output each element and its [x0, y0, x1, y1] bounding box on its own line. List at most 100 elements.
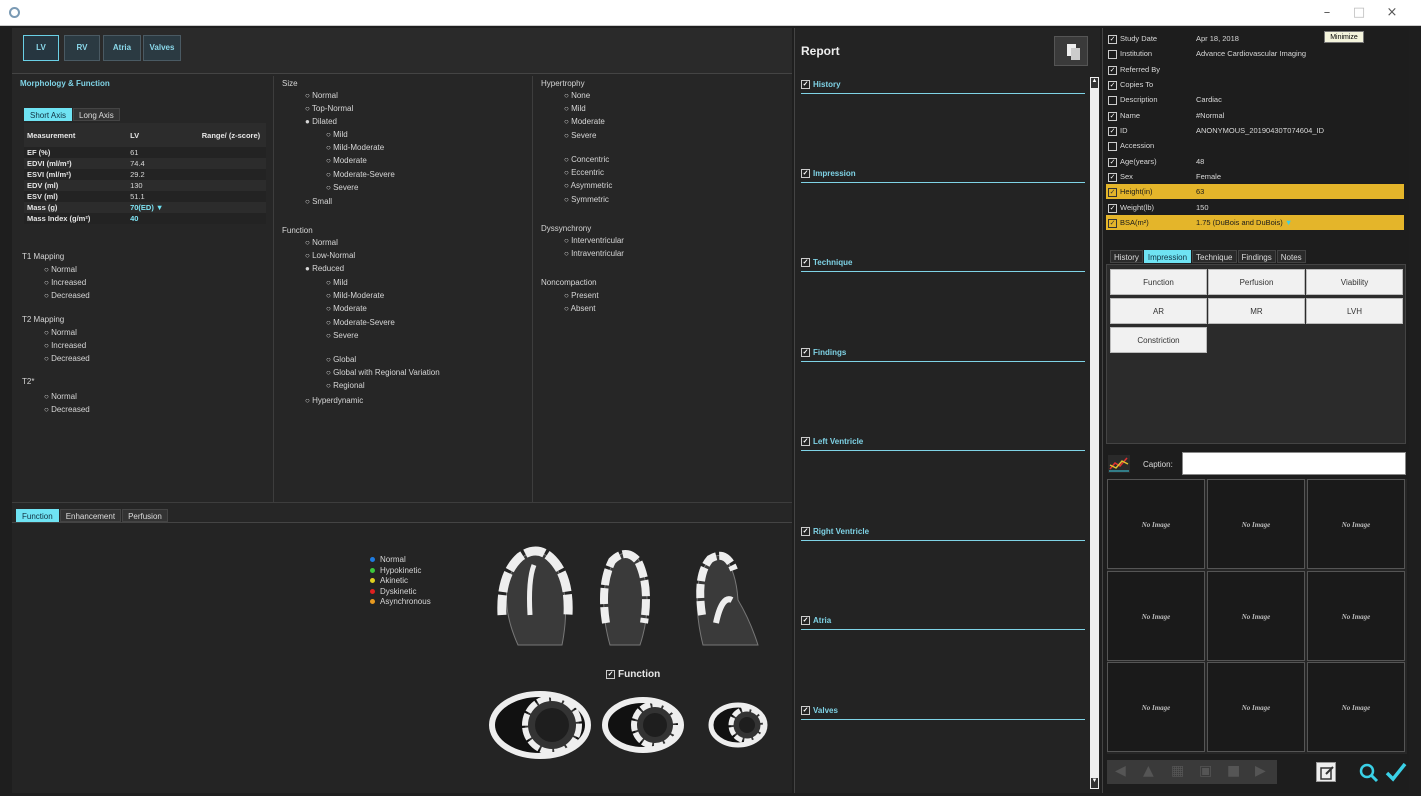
- image-cell[interactable]: No Image: [1307, 571, 1405, 661]
- impression-constriction-button[interactable]: Constriction: [1110, 327, 1207, 353]
- tab-technique[interactable]: Technique: [1192, 250, 1237, 263]
- long-axis-diagrams[interactable]: [488, 545, 778, 657]
- checkbox-icon[interactable]: [1108, 95, 1117, 105]
- radio-option[interactable]: ○ Severe: [564, 129, 605, 142]
- checkbox-icon[interactable]: ✓: [801, 706, 810, 716]
- report-section-history[interactable]: ✓ History: [801, 80, 1085, 94]
- short-axis-diagrams[interactable]: [488, 690, 783, 760]
- grid-3x3-icon[interactable]: ▦: [1171, 763, 1184, 779]
- report-section-impression[interactable]: ✓ Impression: [801, 169, 1085, 183]
- checkbox-icon[interactable]: ✓: [1108, 111, 1117, 121]
- checkbox-icon[interactable]: ✓: [801, 169, 810, 179]
- radio-option[interactable]: ○ Increased: [44, 339, 90, 352]
- image-cell[interactable]: No Image: [1207, 479, 1305, 569]
- report-section-right-ventricle[interactable]: ✓ Right Ventricle: [801, 527, 1085, 541]
- radio-option[interactable]: ○ Moderate: [326, 302, 395, 315]
- radio-option[interactable]: ○ Mild: [326, 276, 395, 289]
- radio-option[interactable]: ○ Decreased: [44, 403, 90, 416]
- tab-enhancement[interactable]: Enhancement: [59, 509, 122, 522]
- radio-option[interactable]: ○ Moderate: [326, 154, 395, 167]
- checkbox-icon[interactable]: ✓: [1108, 126, 1117, 136]
- radio-option[interactable]: ○ Increased: [44, 276, 90, 289]
- radio-option[interactable]: ○ Eccentric: [564, 166, 612, 179]
- radio-option[interactable]: ○ Mild-Moderate: [326, 289, 395, 302]
- minimize-button[interactable]: –: [1313, 0, 1341, 26]
- report-section-valves[interactable]: ✓ Valves: [801, 706, 1085, 720]
- checkbox-icon[interactable]: ✓: [801, 258, 810, 268]
- checkbox-icon[interactable]: ✓: [1108, 80, 1117, 90]
- checkbox-icon[interactable]: ✓: [1108, 187, 1117, 197]
- report-section-left-ventricle[interactable]: ✓ Left Ventricle: [801, 437, 1085, 451]
- checkbox-icon[interactable]: ✓: [801, 80, 810, 90]
- pin-icon[interactable]: ▲: [1143, 763, 1154, 779]
- radio-option[interactable]: ○ Global: [326, 353, 440, 366]
- radio-option[interactable]: ○ Normal: [44, 263, 90, 276]
- radio-option[interactable]: ○ Severe: [326, 329, 395, 342]
- radio-option[interactable]: ○ Decreased: [44, 289, 90, 302]
- next-icon[interactable]: ▶: [1255, 763, 1266, 779]
- impression-viability-button[interactable]: Viability: [1306, 269, 1403, 295]
- checkbox-icon[interactable]: [1108, 141, 1117, 151]
- checkbox-icon[interactable]: ✓: [1108, 218, 1117, 228]
- tab-short-axis[interactable]: Short Axis: [24, 108, 73, 121]
- radio-option[interactable]: ○ Interventricular: [564, 234, 624, 247]
- image-cell[interactable]: No Image: [1107, 662, 1205, 752]
- tab-history[interactable]: History: [1110, 250, 1143, 263]
- dropdown-arrow-icon[interactable]: ▼: [156, 203, 163, 212]
- checkbox-icon[interactable]: ✓: [801, 527, 810, 537]
- checkbox-icon[interactable]: [1108, 49, 1117, 59]
- tab-impression[interactable]: Impression: [1143, 250, 1192, 263]
- radio-option[interactable]: ○ None: [564, 89, 605, 102]
- impression-perfusion-button[interactable]: Perfusion: [1208, 269, 1305, 295]
- radio-option[interactable]: ○ Decreased: [44, 352, 90, 365]
- tab-perfusion[interactable]: Perfusion: [122, 509, 168, 522]
- radio-option[interactable]: ○ Normal: [305, 236, 355, 249]
- tab-lv[interactable]: LV: [23, 35, 59, 61]
- image-cell[interactable]: No Image: [1107, 479, 1205, 569]
- radio-option[interactable]: ○ Hyperdynamic: [305, 394, 363, 407]
- radio-option[interactable]: ○ Top-Normal: [305, 102, 353, 115]
- tab-notes[interactable]: Notes: [1276, 250, 1306, 263]
- tab-rv[interactable]: RV: [64, 35, 100, 61]
- image-cell[interactable]: No Image: [1307, 479, 1405, 569]
- edit-button[interactable]: [1316, 762, 1336, 782]
- copy-report-button[interactable]: [1054, 36, 1088, 66]
- radio-option[interactable]: ○ Regional: [326, 379, 440, 392]
- report-scrollbar[interactable]: ▲ ▼: [1090, 77, 1099, 789]
- impression-ar-button[interactable]: AR: [1110, 298, 1207, 324]
- image-cell[interactable]: No Image: [1307, 662, 1405, 752]
- scroll-up-icon[interactable]: ▲: [1091, 78, 1098, 88]
- radio-option[interactable]: ○ Normal: [305, 89, 353, 102]
- checkbox-icon[interactable]: ✓: [1108, 157, 1117, 167]
- radio-option-selected[interactable]: ● Dilated: [305, 115, 353, 128]
- radio-option[interactable]: ○ Low-Normal: [305, 249, 355, 262]
- checkbox-icon[interactable]: ✓: [801, 616, 810, 626]
- radio-option[interactable]: ○ Symmetric: [564, 193, 612, 206]
- radio-option[interactable]: ○ Asymmetric: [564, 179, 612, 192]
- radio-option[interactable]: ○ Present: [564, 289, 599, 302]
- checkbox-icon[interactable]: ✓: [1108, 203, 1117, 213]
- grid-2x2-icon[interactable]: ▣: [1199, 763, 1212, 779]
- radio-option[interactable]: ○ Small: [305, 195, 332, 208]
- report-section-technique[interactable]: ✓ Technique: [801, 258, 1085, 272]
- radio-option-selected[interactable]: ● Reduced: [305, 262, 355, 275]
- image-cell[interactable]: No Image: [1207, 662, 1305, 752]
- tab-findings[interactable]: Findings: [1237, 250, 1276, 263]
- radio-option[interactable]: ○ Normal: [44, 326, 90, 339]
- graph-icon[interactable]: [1107, 454, 1131, 474]
- radio-option[interactable]: ○ Absent: [564, 302, 599, 315]
- radio-option[interactable]: ○ Intraventricular: [564, 247, 624, 260]
- radio-option[interactable]: ○ Severe: [326, 181, 395, 194]
- maximize-button[interactable]: □: [1345, 0, 1373, 26]
- impression-lvh-button[interactable]: LVH: [1306, 298, 1403, 324]
- tab-long-axis[interactable]: Long Axis: [73, 108, 120, 121]
- checkbox-icon[interactable]: ✓: [1108, 65, 1117, 75]
- close-button[interactable]: ×: [1378, 0, 1406, 26]
- radio-option[interactable]: ○ Moderate-Severe: [326, 168, 395, 181]
- radio-option[interactable]: ○ Mild: [564, 102, 605, 115]
- radio-option[interactable]: ○ Global with Regional Variation: [326, 366, 440, 379]
- scroll-down-icon[interactable]: ▼: [1091, 778, 1098, 788]
- image-cell[interactable]: No Image: [1207, 571, 1305, 661]
- radio-option[interactable]: ○ Moderate: [564, 115, 605, 128]
- radio-option[interactable]: ○ Mild-Moderate: [326, 141, 395, 154]
